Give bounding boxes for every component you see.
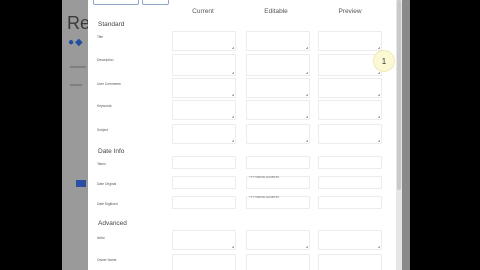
editable-taken-field[interactable] (246, 156, 310, 169)
editable-owner-name-field[interactable] (246, 254, 310, 270)
preview-keywords-field (318, 100, 382, 120)
step-marker-badge: 1 (373, 50, 395, 72)
editable-date-digitized-field[interactable]: YYYY:MM:DD HH:MM:SS (246, 196, 310, 209)
preview-title-field (318, 31, 382, 51)
editable-keywords-field[interactable] (246, 100, 310, 120)
row-label-artist: Artist (97, 236, 105, 240)
current-user-comments-field (172, 78, 236, 98)
background-button (76, 180, 86, 187)
column-header-editable: Editable (264, 8, 288, 15)
column-header-preview: Preview (338, 8, 362, 15)
row-label-taken: Taken (97, 162, 106, 166)
section-date-info: Date Info (98, 148, 125, 155)
row-label-date-digitized: Date Digitized (97, 202, 118, 206)
preview-date-original-field (318, 176, 382, 189)
current-owner-name-field (172, 254, 236, 270)
row-label-user-comments: User Comments (97, 82, 121, 86)
current-date-digitized-field (172, 196, 236, 209)
section-standard: Standard (98, 21, 125, 28)
editable-artist-field[interactable] (246, 230, 310, 250)
preview-taken-field (318, 156, 382, 169)
current-title-field (172, 31, 236, 51)
toolbar-button[interactable] (93, 0, 139, 5)
metadata-edit-dialog: Current Editable Preview Standard Title … (88, 0, 400, 270)
divider (70, 66, 86, 68)
row-label-keywords: Keywords (97, 104, 112, 108)
row-label-description: Description (97, 58, 114, 62)
dialog-scrollbar[interactable] (396, 0, 402, 270)
section-advanced: Advanced (98, 220, 127, 227)
editable-subject-field[interactable] (246, 124, 310, 144)
row-label-owner-name: Owner Name (97, 258, 117, 262)
current-description-field (172, 54, 236, 76)
current-taken-field (172, 156, 236, 169)
column-header-current: Current (192, 8, 214, 15)
editable-user-comments-field[interactable] (246, 78, 310, 98)
toolbar-button[interactable] (142, 0, 169, 5)
scrollbar-thumb[interactable] (397, 0, 401, 190)
date-original-value: YYYY:MM:DD HH:MM:SS (249, 176, 279, 179)
date-digitized-value: YYYY:MM:DD HH:MM:SS (249, 196, 279, 199)
row-label-subject: Subject (97, 128, 108, 132)
current-date-original-field (172, 176, 236, 189)
current-keywords-field (172, 100, 236, 120)
divider (70, 84, 82, 86)
preview-subject-field (318, 124, 382, 144)
map-pin-icon: ●◆ (68, 37, 84, 48)
preview-owner-name-field (318, 254, 382, 270)
current-artist-field (172, 230, 236, 250)
editable-date-original-field[interactable]: YYYY:MM:DD HH:MM:SS (246, 176, 310, 189)
dialog-toolbar (93, 0, 169, 5)
editable-description-field[interactable] (246, 54, 310, 76)
preview-date-digitized-field (318, 196, 382, 209)
row-label-date-original: Date Original (97, 182, 117, 186)
current-subject-field (172, 124, 236, 144)
editable-title-field[interactable] (246, 31, 310, 51)
preview-artist-field (318, 230, 382, 250)
preview-user-comments-field (318, 78, 382, 98)
row-label-title: Title (97, 35, 104, 39)
